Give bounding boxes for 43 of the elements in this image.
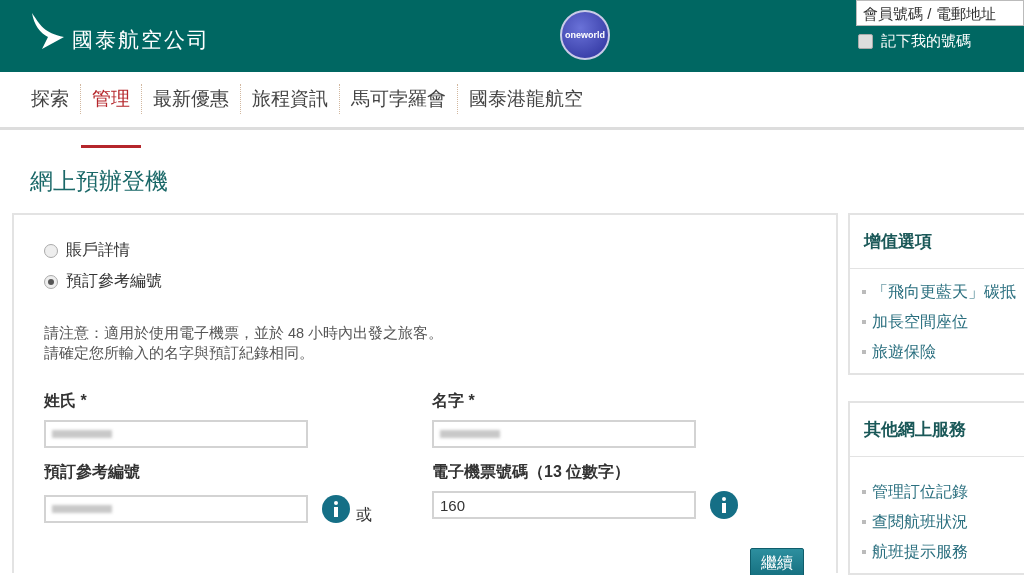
remember-label: 記下我的號碼: [881, 32, 971, 51]
airline-name: 國泰航空公司: [72, 27, 210, 53]
nav-tab[interactable]: 管理: [80, 84, 141, 115]
sidebar-link[interactable]: 管理訂位記錄: [862, 477, 1024, 507]
field-label: 名字 *: [432, 391, 476, 411]
input-field[interactable]: [44, 420, 308, 448]
sidebar-link[interactable]: 查閱航班狀況: [862, 507, 1024, 537]
blurred-value: [440, 430, 500, 438]
radio-button[interactable]: [44, 274, 58, 289]
notice-text: 請注意：適用於使用電子機票，並於 48 小時內出發之旅客。: [44, 324, 445, 343]
sidebar-link[interactable]: 旅遊保險: [862, 337, 1024, 367]
bird-logo-icon: [30, 13, 64, 49]
input-field[interactable]: [432, 420, 696, 448]
field-label: 預訂參考編號: [44, 462, 141, 482]
remember-checkbox[interactable]: [858, 34, 873, 49]
nav-tab[interactable]: 馬可孛羅會: [339, 84, 457, 115]
nav-tab[interactable]: 旅程資訊: [240, 84, 339, 115]
active-tab-underline: [81, 145, 141, 149]
sidebar-link[interactable]: 「飛向更藍天」碳抵: [862, 277, 1024, 307]
page-title: 網上預辦登機: [30, 166, 169, 196]
sidebar-link[interactable]: 航班提示服務: [862, 537, 1024, 567]
member-id-field[interactable]: 會員號碼 / 電郵地址: [856, 0, 1024, 26]
blurred-value: [52, 430, 112, 438]
sidebar-link[interactable]: 加長空間座位: [862, 307, 1024, 337]
field-label: 姓氏 *: [44, 391, 88, 411]
radio-button[interactable]: [44, 243, 58, 258]
input-field[interactable]: [44, 494, 308, 523]
blurred-value: [52, 504, 112, 513]
field-label: 電子機票號碼（13 位數字）: [432, 462, 632, 482]
sidebar-title: 增值選項: [850, 215, 1024, 269]
nav-tab[interactable]: 最新優惠: [141, 84, 240, 115]
nav-tab[interactable]: 國泰港龍航空: [457, 84, 594, 115]
info-icon[interactable]: [322, 494, 350, 523]
radio-label: 賬戶詳情: [66, 240, 130, 260]
alliance-logo: oneworld: [560, 10, 610, 60]
notice-text: 請確定您所輸入的名字與預訂紀錄相同。: [44, 344, 315, 363]
input-field[interactable]: 160: [432, 491, 696, 519]
continue-button[interactable]: 繼續: [750, 548, 804, 575]
sidebar-title: 其他網上服務: [850, 403, 1024, 457]
radio-label: 預訂參考編號: [66, 271, 162, 291]
nav-tab[interactable]: 探索: [20, 84, 80, 115]
or-text: 或: [356, 505, 372, 525]
info-icon[interactable]: [710, 491, 738, 519]
